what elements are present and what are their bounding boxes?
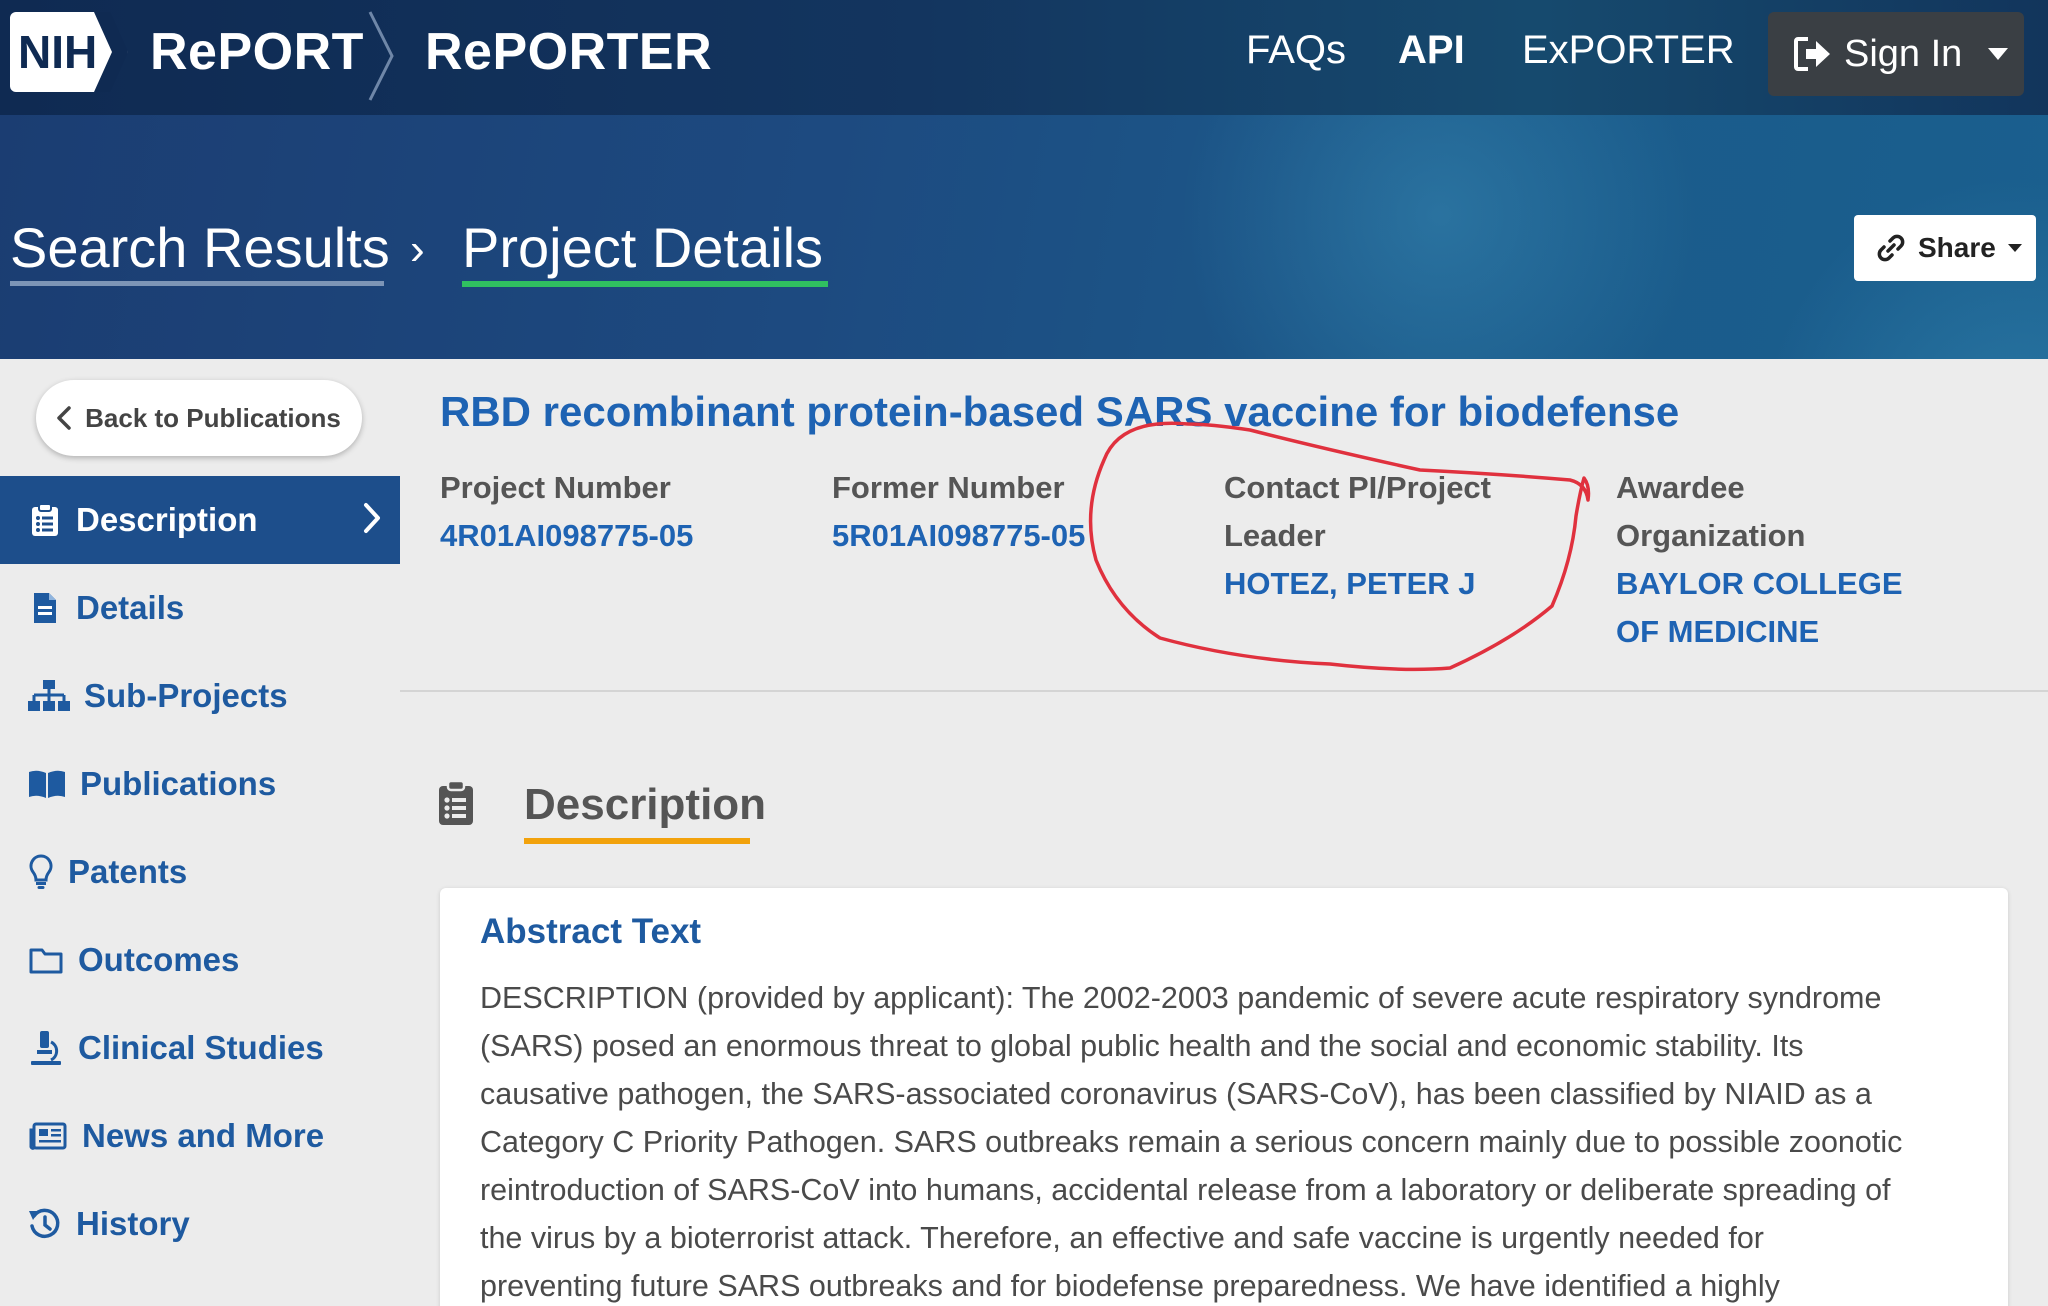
abstract-line: the virus by a bioterrorist attack. Ther… xyxy=(480,1221,1764,1255)
abstract-line: preventing future SARS outbreaks and for… xyxy=(480,1269,1780,1303)
abstract-line: (SARS) posed an enormous threat to globa… xyxy=(480,1029,1804,1063)
section-divider xyxy=(400,690,2048,692)
description-heading: Description xyxy=(524,780,767,829)
clipboard-list-icon xyxy=(439,780,473,825)
abstract-line: DESCRIPTION (provided by applicant): The… xyxy=(480,981,1882,1015)
abstract-card: Abstract Text DESCRIPTION (provided by a… xyxy=(440,888,2008,1306)
abstract-line: reintroduction of SARS-CoV into humans, … xyxy=(480,1173,1891,1207)
abstract-line: causative pathogen, the SARS-associated … xyxy=(480,1077,1872,1111)
abstract-title: Abstract Text xyxy=(480,912,702,951)
description-underline xyxy=(524,838,750,844)
abstract-text: DESCRIPTION (provided by applicant): The… xyxy=(480,974,1980,1306)
abstract-line: Category C Priority Pathogen. SARS outbr… xyxy=(480,1125,1903,1159)
